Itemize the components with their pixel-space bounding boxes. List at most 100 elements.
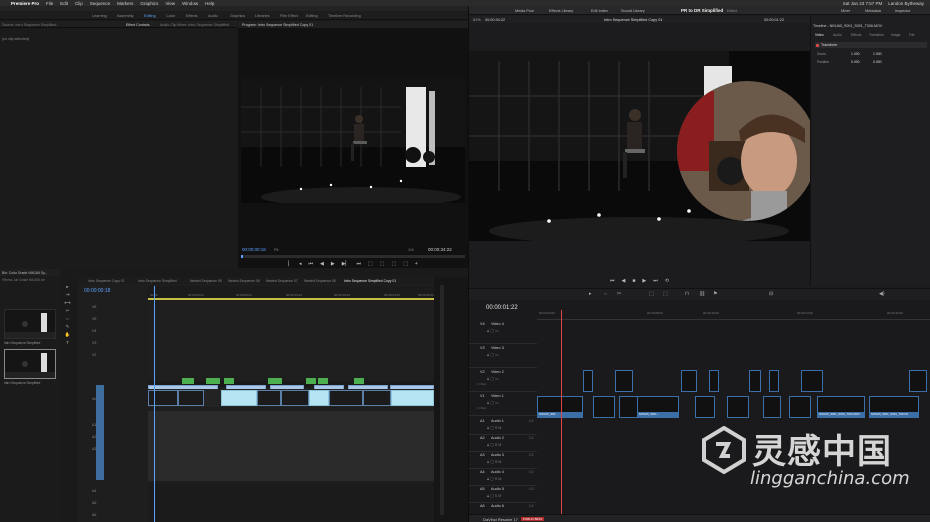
program-fit-dropdown[interactable]: Fit	[274, 247, 278, 252]
track-header-v4[interactable]: V4	[78, 327, 148, 337]
inspector-tab-transition[interactable]: Transition	[869, 33, 884, 37]
compare-icon[interactable]: ⬚	[403, 261, 408, 267]
viewer-zoom[interactable]: 61%	[473, 18, 481, 22]
green-clip[interactable]	[318, 378, 328, 384]
selection-tool-icon[interactable]: ▸	[589, 291, 592, 297]
project-thumb-2[interactable]	[4, 349, 56, 379]
project-bin-title[interactable]: Bin: Color Grade NINJA5 Sy...	[2, 271, 47, 275]
video-clip[interactable]: NINJA5_S001...	[637, 396, 679, 418]
track-header-v5[interactable]: V5	[78, 315, 148, 325]
upper-video-tracks-area[interactable]	[148, 301, 434, 376]
track-header-a3[interactable]: A3 Audio 3 1.0 🔒︎ ▢ S M	[469, 452, 537, 469]
position-x-field[interactable]: 0.000	[851, 60, 860, 64]
lower-audio-tracks-area[interactable]	[148, 483, 434, 522]
sound-library-button[interactable]: Sound Library	[621, 9, 645, 13]
position-y-field[interactable]: 0.000	[873, 60, 882, 64]
track-header-a5[interactable]: A5	[78, 499, 148, 509]
menu-clip[interactable]: Clip	[75, 1, 83, 6]
workspace-timeline-recording[interactable]: Timeline Recording	[328, 14, 361, 18]
export-frame-icon[interactable]: ⬚	[391, 261, 396, 267]
video-clip[interactable]	[148, 390, 178, 406]
inspector-tab-audio[interactable]: Audio	[833, 33, 842, 37]
video-clip[interactable]: NINJA5_S001_S001_T013.MOV	[817, 396, 865, 418]
work-area-bar[interactable]	[148, 298, 434, 300]
video-clip[interactable]	[178, 390, 204, 406]
slip-tool-icon[interactable]: ⇔	[64, 316, 71, 324]
green-clip[interactable]	[306, 378, 316, 384]
track-header-v1[interactable]: V1 Video 1 🔒︎ ▢ ▭ 9 Clips	[469, 392, 537, 416]
razor-tool-icon[interactable]: ✂	[64, 308, 71, 316]
hand-tool-icon[interactable]: ✋	[64, 332, 71, 340]
video-clip[interactable]	[749, 370, 761, 392]
video-clip[interactable]	[681, 370, 697, 392]
timeline-scrollbar[interactable]	[434, 277, 468, 522]
video-clip[interactable]: NINJA5_S001_S001_T013 M	[869, 396, 919, 418]
timeline-timecode[interactable]: 00:00:00:18	[84, 288, 110, 294]
program-scrubber[interactable]	[241, 255, 465, 258]
transform-section[interactable]: Transform	[815, 42, 927, 48]
menu-view[interactable]: View	[165, 1, 175, 6]
workspace-assembly[interactable]: Assembly	[117, 14, 133, 18]
video-clip[interactable]	[309, 390, 329, 406]
mixer-button[interactable]: Mixer	[841, 9, 850, 13]
video-clip[interactable]	[593, 396, 615, 418]
play-icon[interactable]: ▶	[331, 261, 335, 267]
workspace-editing-2[interactable]: Editing	[306, 14, 318, 18]
type-tool-icon[interactable]: T	[64, 340, 71, 348]
menu-graphics[interactable]: Graphics	[140, 1, 158, 6]
ripple-tool-icon[interactable]: ⟷	[64, 300, 71, 308]
program-video-frame[interactable]	[241, 77, 465, 203]
viewer-timeline-name[interactable]: Intro Sequence Simplified Copy 01	[604, 18, 662, 22]
track-header-v3[interactable]: V3	[78, 339, 148, 349]
track-header-v1[interactable]: Video 1	[78, 395, 148, 405]
track-header-a3[interactable]: A3	[78, 445, 148, 455]
track-targeting-highlight[interactable]	[96, 385, 104, 480]
tab-source[interactable]: Source: Intro Sequence Simplified	[2, 23, 56, 27]
play-icon[interactable]: ▶	[642, 278, 646, 284]
sequence-tab[interactable]: Nested Sequence 06	[228, 279, 260, 283]
sequence-tab[interactable]: Intro Sequence Simplified	[138, 279, 177, 283]
go-to-out-icon[interactable]: ⏭	[356, 261, 361, 267]
menu-file[interactable]: File	[46, 1, 53, 6]
video-clip[interactable]	[709, 370, 719, 392]
workspace-film-effect[interactable]: Film Effect	[280, 14, 298, 18]
video-clip[interactable]	[257, 390, 281, 406]
green-clip[interactable]	[268, 378, 282, 384]
mark-in-icon[interactable]: ▏	[288, 261, 292, 267]
track-header-a6[interactable]: A6	[78, 511, 148, 521]
add-button-icon[interactable]: +	[415, 261, 418, 267]
workspace-effects[interactable]: Effects	[186, 14, 198, 18]
sequence-tab-active[interactable]: Intro Sequence Simplified Copy 01	[344, 279, 396, 283]
audio-tracks-area[interactable]	[148, 411, 434, 481]
zoom-y-field[interactable]: 1.000	[873, 52, 882, 56]
flag-icon[interactable]: ⚑	[713, 291, 717, 297]
inspector-button[interactable]: Inspector	[895, 9, 911, 13]
premiere-playhead[interactable]	[154, 286, 155, 522]
pen-tool-icon[interactable]: ✎	[64, 324, 71, 332]
resolve-viewer[interactable]	[469, 51, 810, 241]
user-name[interactable]: Landon Bytheway	[888, 1, 924, 6]
resolve-timeline-ruler[interactable]: 00:00:00:00 00:00:08:00 00:00:16:00 00:0…	[537, 308, 930, 320]
sequence-tab[interactable]: Nested Sequence 08	[304, 279, 336, 283]
track-header-a1[interactable]: A1 Audio 1 1.0 🔒︎ ▢ S M	[469, 418, 537, 435]
transform-enable-toggle[interactable]	[816, 43, 819, 47]
menu-window[interactable]: Window	[182, 1, 198, 6]
green-clip[interactable]	[182, 378, 194, 384]
resolve-timeline-timecode[interactable]: 00:00:01:22	[486, 305, 518, 311]
track-header-v3[interactable]: V3 Video 3 🔒︎ ▢ ▭	[469, 344, 537, 368]
workspace-graphics[interactable]: Graphics	[230, 14, 245, 18]
link-icon[interactable]: ⛓	[699, 291, 705, 297]
inspector-tab-file[interactable]: File	[909, 33, 914, 37]
lift-icon[interactable]: ⬚	[368, 261, 373, 267]
video-clip[interactable]	[763, 396, 781, 418]
overwrite-clip-icon[interactable]: ⬚	[663, 291, 668, 297]
video-clip[interactable]	[695, 396, 715, 418]
menu-help[interactable]: Help	[205, 1, 214, 6]
zoom-x-field[interactable]: 1.000	[851, 52, 860, 56]
workspace-editing[interactable]: Editing	[144, 14, 156, 18]
reverse-icon[interactable]: ◀	[622, 278, 626, 284]
program-resolution-dropdown[interactable]: 1/4	[408, 247, 414, 252]
video-clip[interactable]	[221, 390, 257, 406]
workspace-learning[interactable]: Learning	[92, 14, 107, 18]
track-header-a1[interactable]: A1	[78, 421, 148, 431]
